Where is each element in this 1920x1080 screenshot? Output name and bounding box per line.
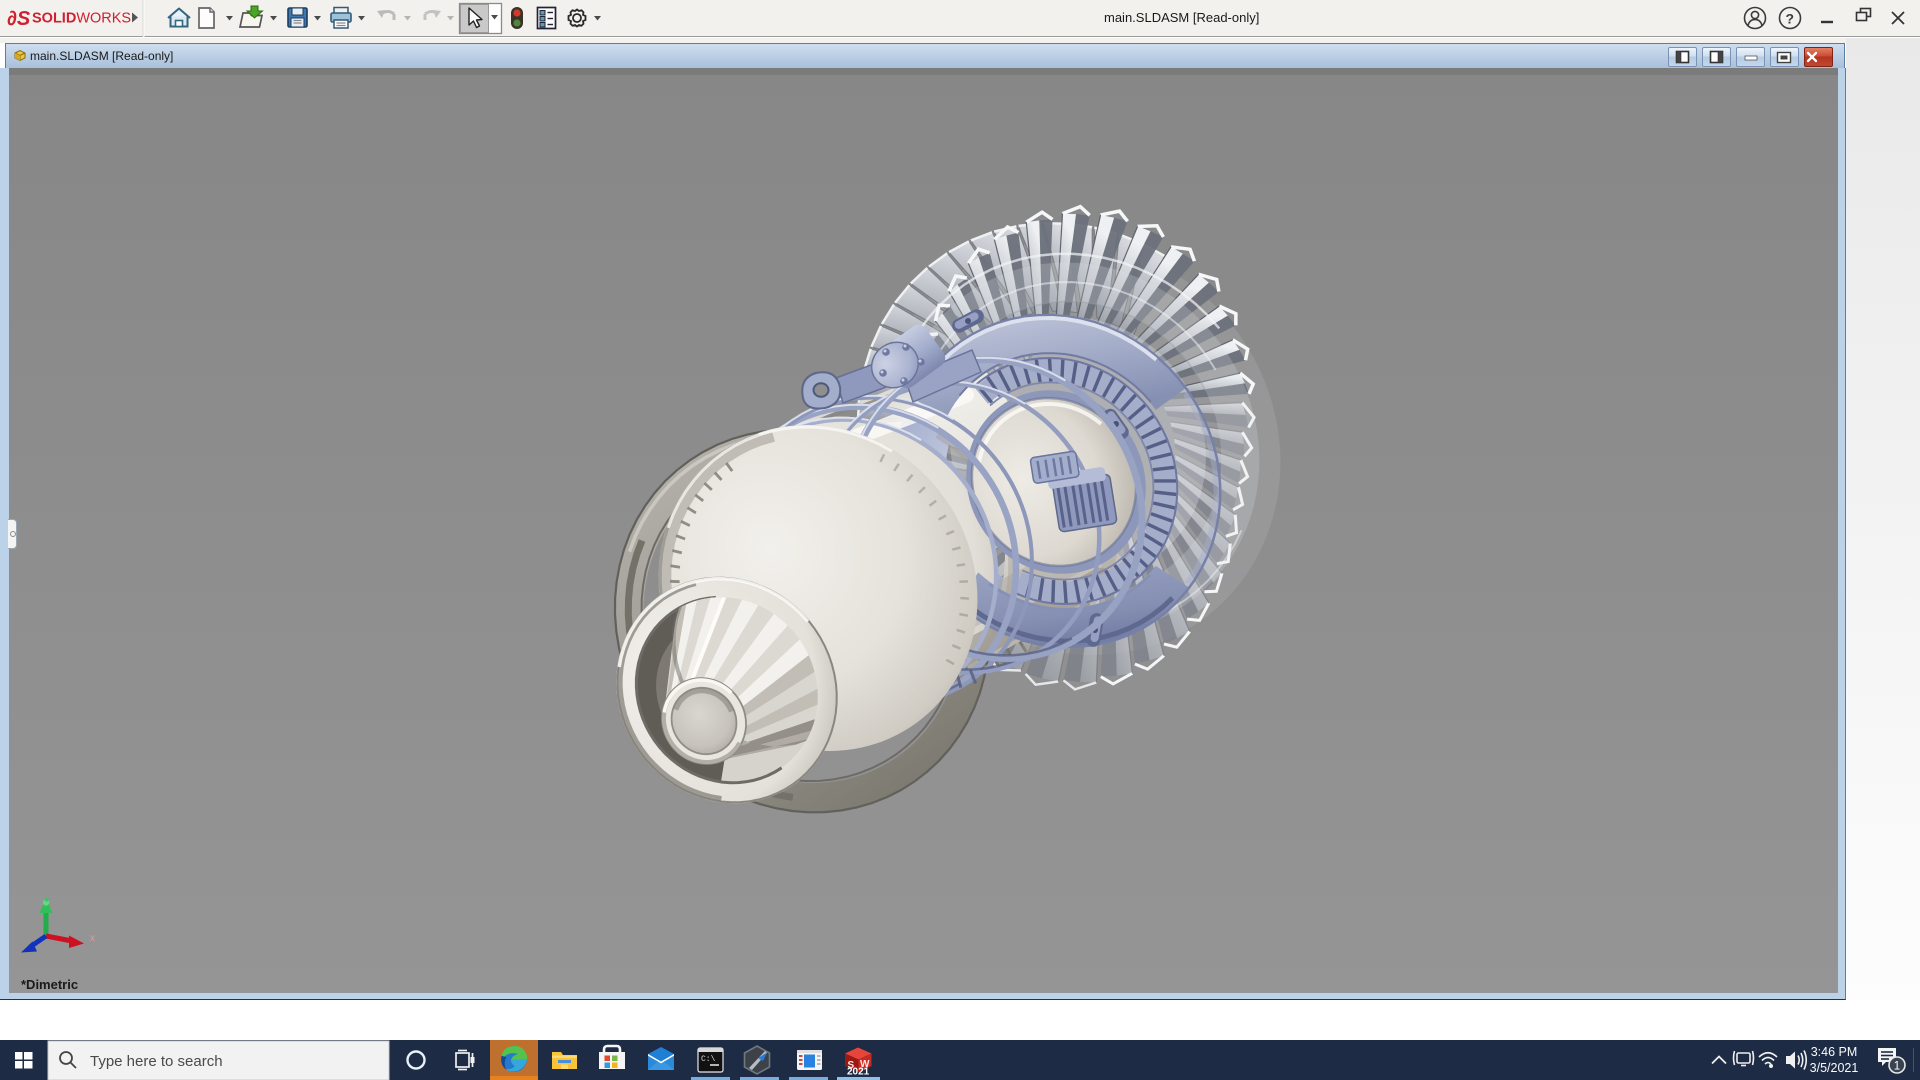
svg-text:?: ? — [1786, 11, 1795, 27]
svg-text:3:46 PM: 3:46 PM — [1811, 1045, 1858, 1059]
svg-text:C:\: C:\ — [701, 1055, 716, 1064]
svg-text:SOLIDWORKS: SOLIDWORKS — [32, 11, 131, 27]
svg-text:x: x — [90, 933, 95, 944]
svg-text:∂S: ∂S — [7, 8, 31, 30]
svg-text:2021: 2021 — [847, 1067, 870, 1078]
svg-text:Type here to search: Type here to search — [90, 1053, 223, 1070]
svg-text:1: 1 — [1894, 1061, 1900, 1073]
svg-text:3/5/2021: 3/5/2021 — [1810, 1061, 1859, 1075]
